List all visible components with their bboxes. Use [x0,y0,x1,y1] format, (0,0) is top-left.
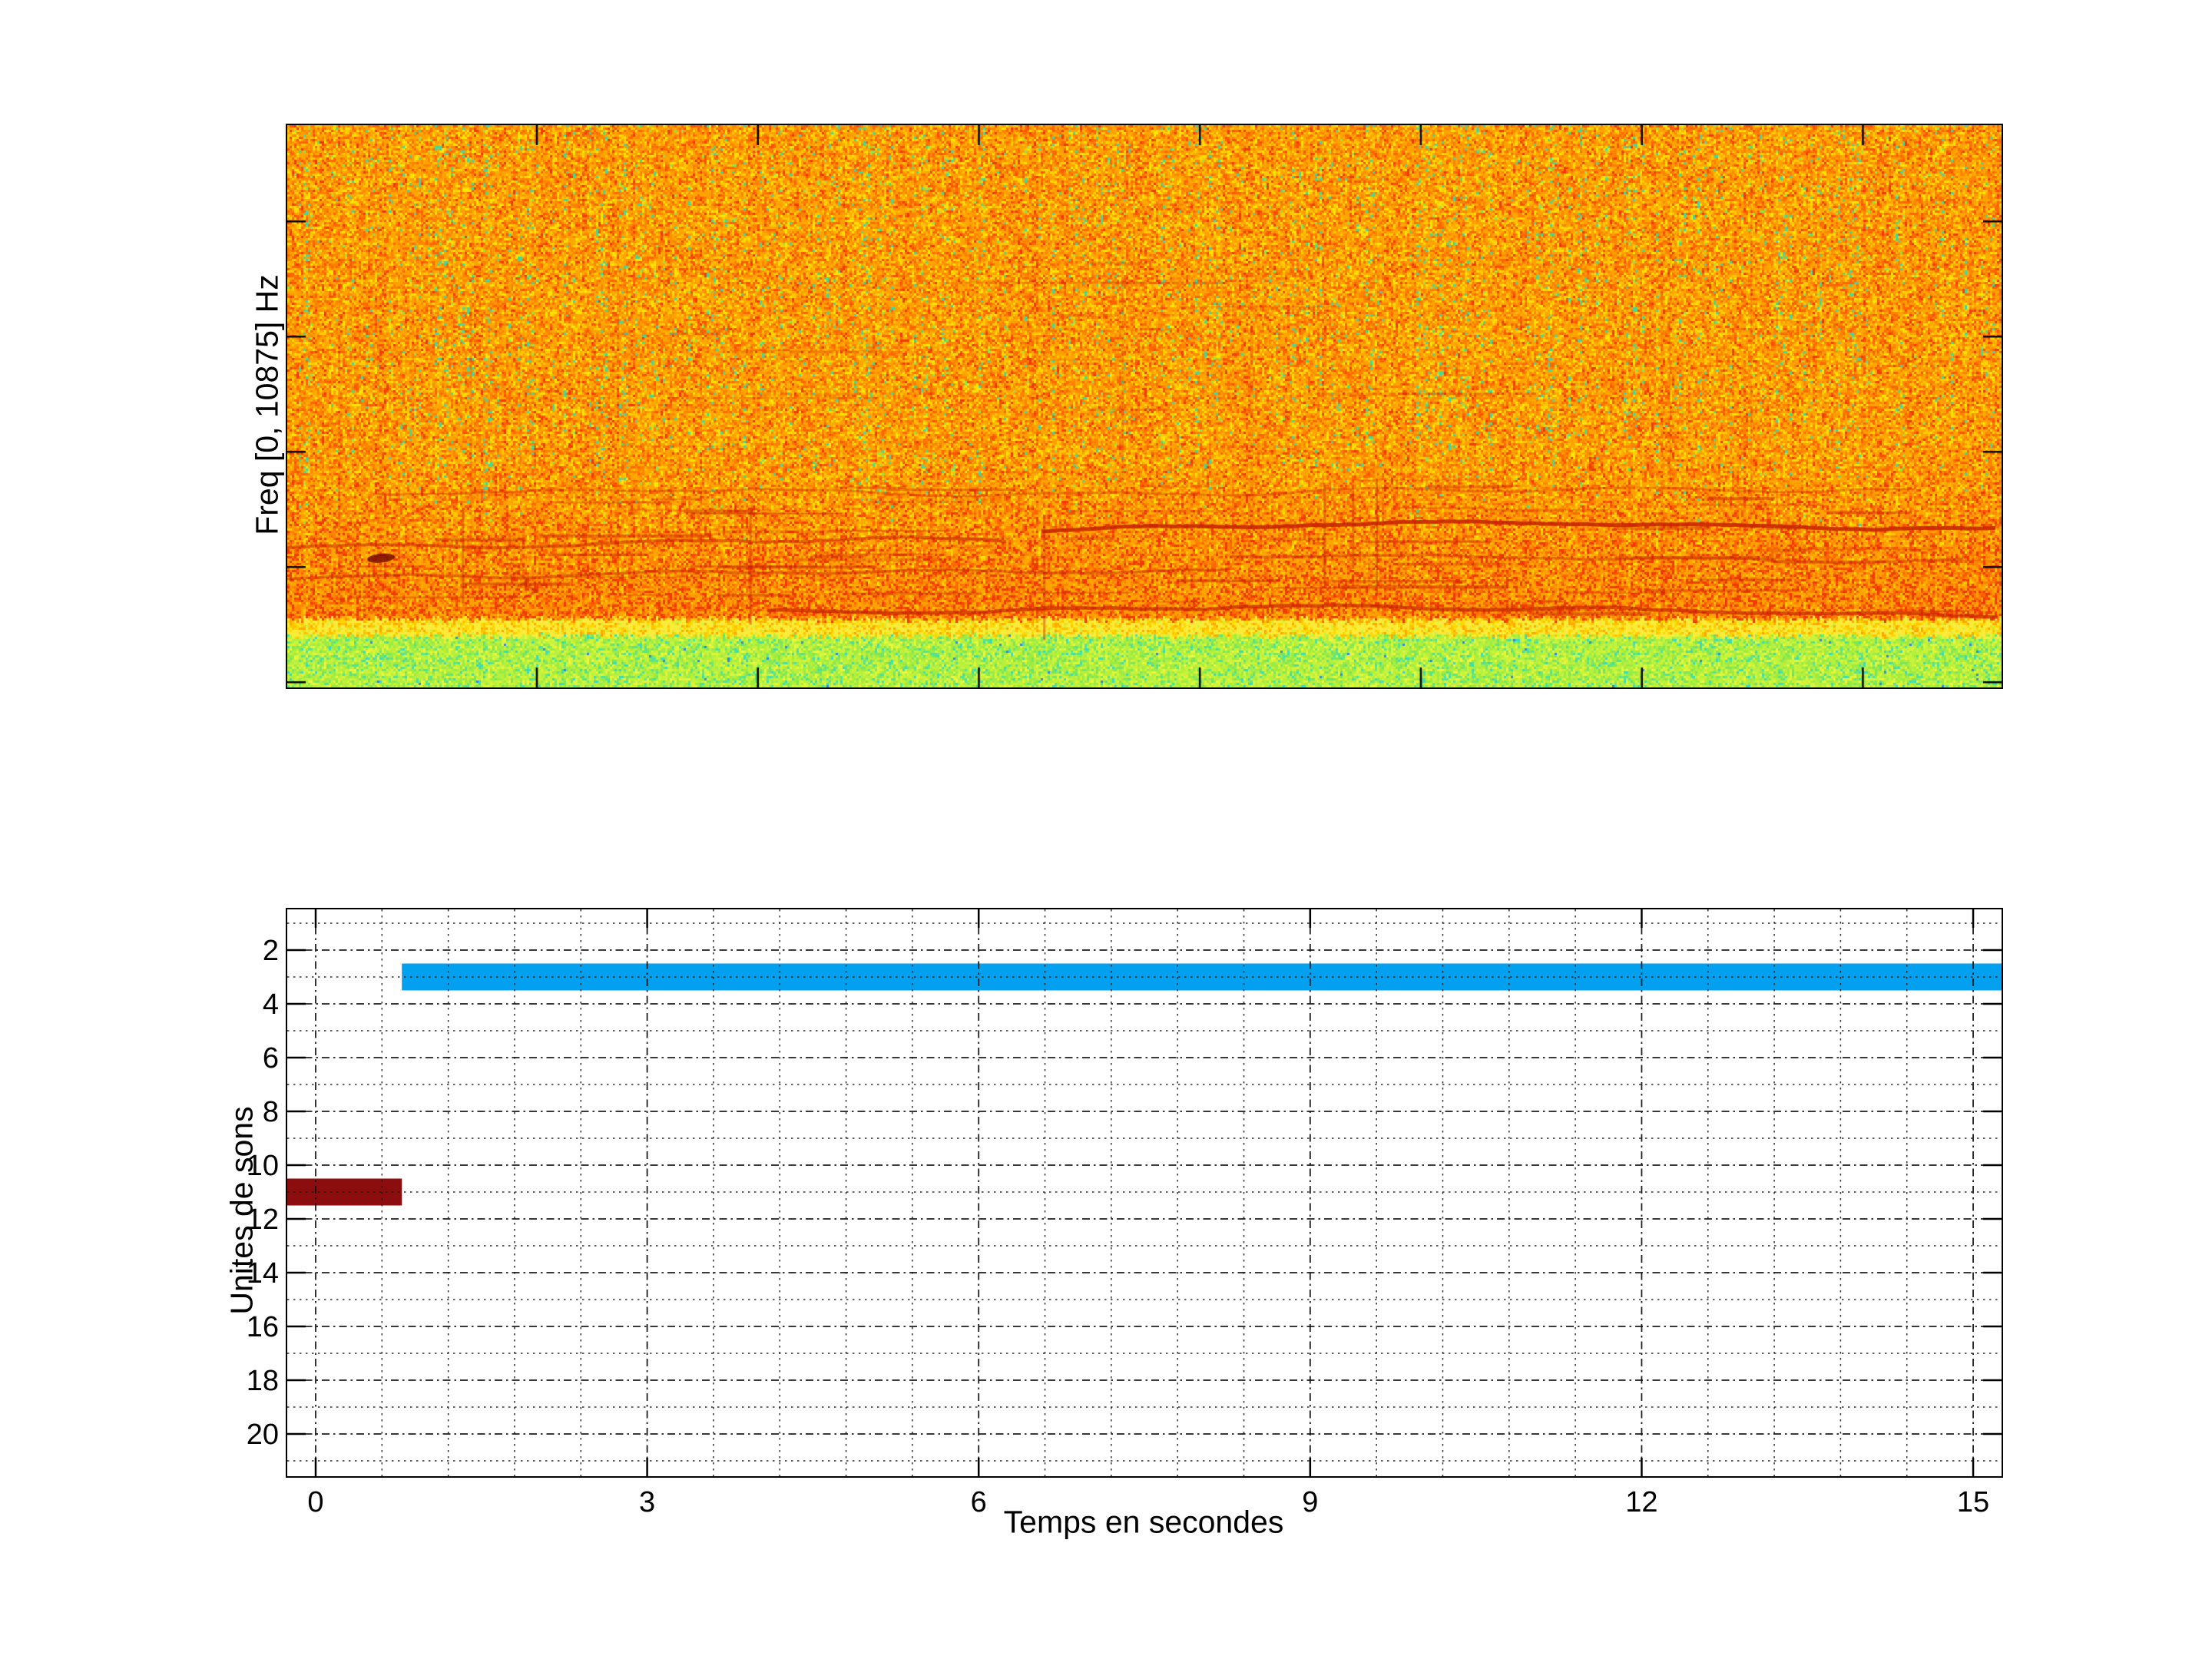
x-tick-label-9: 9 [1302,1486,1318,1518]
y-tick-label-16: 16 [247,1311,279,1343]
y-tick-label-2: 2 [263,935,279,967]
bar-chart-background [286,909,2002,1477]
y-tick-label-20: 20 [247,1419,279,1451]
x-tick-label-15: 15 [1957,1486,1989,1518]
x-tick-label-6: 6 [971,1486,987,1518]
y-tick-label-18: 18 [247,1365,279,1397]
bar-chart-ylabel: Unites de sons [224,1106,260,1314]
detection-bar-unit-11 [287,1179,402,1206]
bar-chart: 036912152468101214161820 [0,0,2212,1659]
x-tick-label-12: 12 [1625,1486,1657,1518]
detection-bar-unit-3 [402,964,2002,991]
x-tick-label-3: 3 [639,1486,655,1518]
y-tick-label-6: 6 [263,1042,279,1075]
figure: Freq [0, 10875] Hz 036912152468101214161… [0,0,2212,1659]
bar-chart-xlabel: Temps en secondes [1004,1505,1284,1541]
y-tick-label-4: 4 [263,988,279,1021]
y-tick-label-8: 8 [263,1096,279,1128]
x-tick-label-0: 0 [307,1486,323,1518]
